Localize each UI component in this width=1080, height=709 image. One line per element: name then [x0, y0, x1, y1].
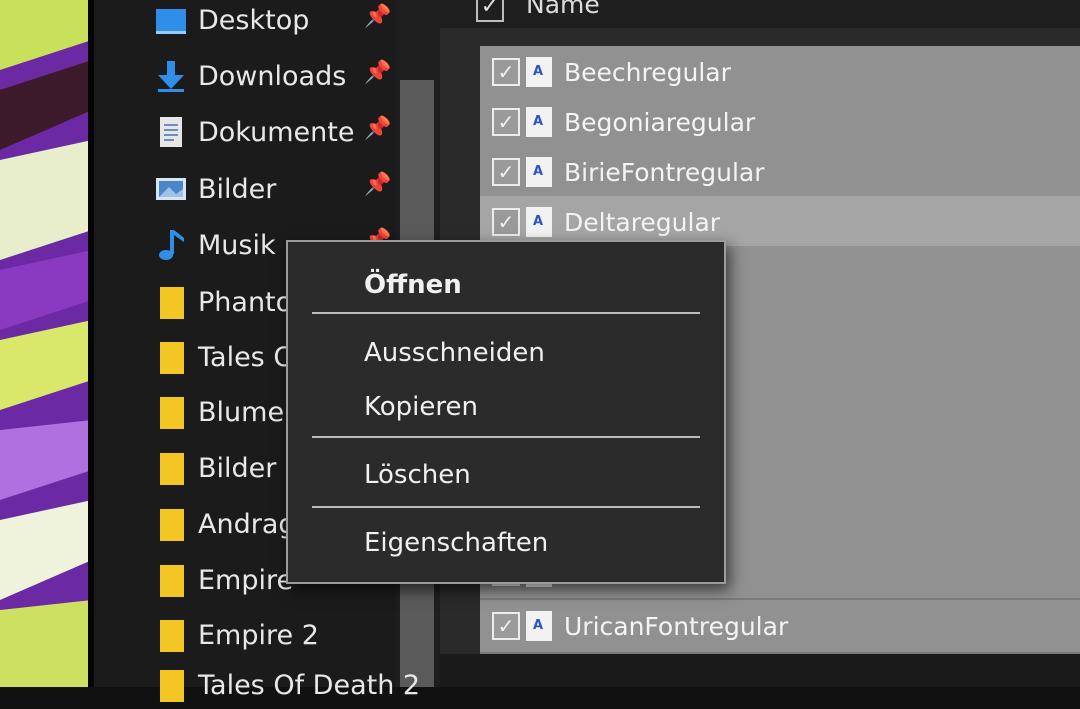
nav-item-label: Bilder — [198, 173, 277, 205]
folder-icon — [154, 285, 188, 319]
window-bottom-edge — [440, 654, 1080, 687]
collapse-chevron-icon[interactable]: ˄ — [402, 0, 415, 18]
nav-item-label: Musik — [198, 229, 276, 261]
nav-item-label: Empire 2 — [198, 619, 319, 651]
nav-item-label: Dokumente — [198, 116, 355, 148]
column-header-row: ✓ Name — [440, 0, 1080, 28]
font-file-icon — [526, 611, 552, 641]
folder-icon — [154, 451, 188, 485]
pin-icon[interactable]: 📌 — [364, 172, 391, 197]
nav-item-label: Downloads — [198, 60, 347, 92]
menu-separator — [312, 506, 700, 508]
nav-item-dokumente[interactable]: Dokumente — [154, 112, 354, 152]
folder-icon — [154, 507, 188, 541]
nav-item-folder[interactable]: Tales Of Death 2 — [154, 665, 420, 705]
menu-item-cut[interactable]: Ausschneiden — [364, 338, 545, 368]
nav-item-folder[interactable]: Phanto — [154, 282, 292, 322]
nav-item-downloads[interactable]: Downloads — [154, 56, 346, 96]
font-file-icon — [526, 57, 552, 87]
row-checkbox[interactable]: ✓ — [492, 108, 520, 136]
nav-item-label: Tales O — [198, 341, 295, 373]
menu-separator — [312, 436, 700, 438]
download-arrow-icon — [154, 59, 188, 93]
pin-icon[interactable]: 📌 — [364, 60, 391, 85]
menu-separator — [312, 312, 700, 314]
row-checkbox[interactable]: ✓ — [492, 158, 520, 186]
file-name: UricanFontregular — [564, 611, 789, 641]
file-row[interactable]: ✓ BirieFontregular — [480, 146, 1080, 200]
nav-item-folder[interactable]: Andrag — [154, 504, 296, 544]
nav-item-folder[interactable]: Bilder — [154, 448, 276, 488]
pictures-icon — [154, 172, 188, 206]
context-menu[interactable]: Öffnen Ausschneiden Kopieren Löschen Eig… — [286, 240, 726, 584]
nav-item-folder[interactable]: Tales O — [154, 337, 295, 377]
pin-icon[interactable]: 📌 — [364, 4, 391, 29]
nav-item-musik[interactable]: Musik — [154, 225, 276, 265]
music-note-icon — [154, 228, 188, 262]
row-checkbox[interactable]: ✓ — [492, 58, 520, 86]
nav-item-bilder[interactable]: Bilder — [154, 169, 276, 209]
nav-item-desktop[interactable]: Desktop — [154, 0, 309, 40]
nav-item-folder[interactable]: Empire — [154, 560, 293, 600]
nav-item-label: Bilder — [198, 452, 277, 484]
file-name: Begoniaregular — [564, 107, 756, 137]
desktop-wallpaper — [0, 0, 92, 687]
menu-item-copy[interactable]: Kopieren — [364, 392, 478, 422]
nav-item-label: Tales Of Death 2 — [198, 669, 421, 701]
row-checkbox[interactable]: ✓ — [492, 612, 520, 640]
menu-item-properties[interactable]: Eigenschaften — [364, 528, 548, 558]
column-header-name[interactable]: Name — [526, 0, 600, 19]
file-row[interactable]: ✓ Begoniaregular — [480, 96, 1080, 150]
pin-icon[interactable]: 📌 — [364, 116, 391, 141]
nav-item-label: Blume — [198, 396, 285, 428]
nav-item-label: Empire — [198, 564, 294, 596]
folder-icon — [154, 340, 188, 374]
folder-icon — [154, 563, 188, 597]
file-name: Deltaregular — [564, 207, 721, 237]
nav-item-folder[interactable]: Blume — [154, 392, 284, 432]
nav-item-label: Desktop — [198, 4, 310, 36]
font-file-icon — [526, 207, 552, 237]
menu-item-open[interactable]: Öffnen — [364, 270, 462, 300]
folder-icon — [154, 668, 188, 702]
nav-item-label: Phanto — [198, 286, 293, 318]
folder-icon — [154, 618, 188, 652]
menu-item-delete[interactable]: Löschen — [364, 460, 471, 490]
select-all-checkbox[interactable]: ✓ — [476, 0, 504, 22]
file-row[interactable]: ✓ Beechregular — [480, 46, 1080, 100]
file-row[interactable]: ✓ UricanFontregular — [480, 600, 1080, 654]
font-file-icon — [526, 157, 552, 187]
nav-item-folder[interactable]: Empire 2 — [154, 615, 319, 655]
nav-item-label: Andrag — [198, 508, 296, 540]
row-checkbox[interactable]: ✓ — [492, 208, 520, 236]
font-file-icon — [526, 107, 552, 137]
document-icon — [154, 115, 188, 149]
desktop-icon — [154, 3, 188, 37]
folder-icon — [154, 395, 188, 429]
file-name: BirieFontregular — [564, 157, 765, 187]
file-name: Beechregular — [564, 57, 731, 87]
